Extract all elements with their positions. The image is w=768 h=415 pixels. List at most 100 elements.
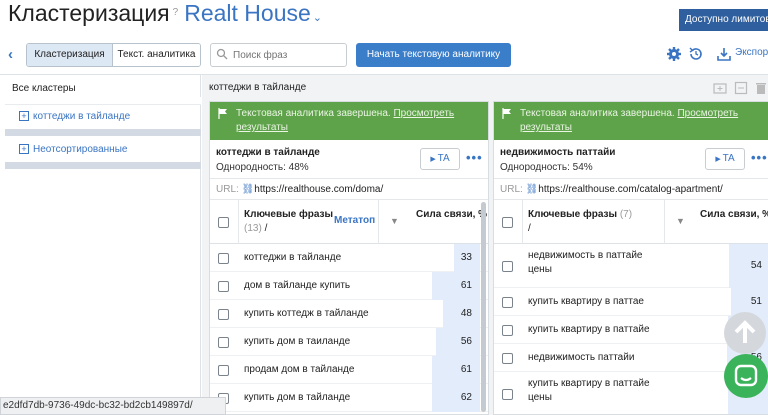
row-checkbox[interactable] [502, 296, 513, 308]
keyword-text: купить дом в тайланде [244, 392, 351, 403]
strength-value: 56 [460, 336, 472, 347]
ta-button[interactable]: ▶ TA [420, 148, 460, 170]
strength-value: 61 [460, 364, 472, 375]
row-checkbox[interactable] [502, 324, 513, 336]
table-row[interactable]: коттеджи в тайланде 33 [210, 244, 488, 272]
keyword-text: продам дом в тайланде [244, 364, 355, 375]
table-row[interactable]: дом в тайланде купить 61 [210, 272, 488, 300]
row-checkbox[interactable] [502, 352, 513, 364]
sort-down-icon[interactable]: ▼ [676, 214, 685, 228]
tab-text-analytics[interactable]: Текст. аналитика [113, 44, 200, 66]
row-checkbox[interactable] [502, 260, 513, 272]
keyword-text: купить квартиру в паттайе цены [528, 378, 650, 403]
col-keywords[interactable]: Ключевые фразы [244, 208, 333, 222]
cluster-url[interactable]: https://realthouse.com/doma/ [254, 184, 383, 195]
ta-button[interactable]: ▶ TA [705, 148, 745, 170]
page-title: Кластеризация? Realt House ⌄ [8, 0, 322, 31]
add-cluster-icon[interactable] [713, 81, 727, 95]
keyword-text: коттеджи в тайланде [244, 252, 342, 263]
col-strength[interactable]: Сила связи, % [416, 208, 487, 222]
ta-label: TA [437, 153, 450, 164]
trash-icon[interactable] [754, 81, 768, 95]
url-row: URL: ⛓https://realthouse.com/catalog-apa… [494, 178, 768, 200]
banner-text: Текстовая аналитика завершена. [520, 108, 675, 119]
chevron-down-icon[interactable]: ⌄ [313, 12, 322, 24]
help-icon[interactable]: ? [173, 7, 179, 18]
row-checkbox[interactable] [218, 252, 229, 264]
sidebar-header: Все кластеры [12, 83, 76, 94]
start-text-analytics-button[interactable]: Начать текстовую аналитику [356, 43, 511, 67]
strength-value: 62 [460, 392, 472, 403]
keyword-text: купить квартиру в паттайе [528, 324, 650, 335]
col-count-num: (7) [619, 209, 633, 220]
expand-plus-icon[interactable]: + [19, 111, 29, 121]
keyword-text: купить квартиру в паттае [528, 296, 644, 307]
export-button[interactable]: Экспорт [735, 47, 768, 58]
col-keywords-label: Ключевые фразы [528, 209, 618, 220]
select-all-checkbox[interactable] [502, 217, 513, 228]
keyword-text: купить дом в таиланде [244, 336, 351, 347]
analytics-banner: Текстовая аналитика завершена. Просмотре… [210, 102, 488, 140]
sidebar-item-cottages[interactable]: + коттеджи в тайланде [5, 104, 201, 130]
history-icon[interactable] [688, 46, 704, 62]
col-metatop[interactable]: Метатоп [334, 214, 375, 228]
col-keywords[interactable]: Ключевые фразы (7) [528, 208, 632, 222]
scrollbar[interactable] [481, 202, 486, 412]
strength-value: 61 [460, 280, 472, 291]
row-checkbox[interactable] [218, 336, 229, 348]
scroll-up-button[interactable] [724, 312, 766, 354]
cluster-name: коттеджи в тайланде [216, 147, 320, 158]
expand-plus-icon[interactable]: + [19, 144, 29, 154]
table-row[interactable]: купить дом в тайланде 62 [210, 384, 488, 412]
col-divider [522, 200, 523, 244]
col-divider [378, 200, 379, 244]
col-divider [664, 200, 665, 244]
link-icon: ⛓ [241, 184, 255, 195]
url-label: URL: [216, 184, 239, 195]
cluster-url[interactable]: https://realthouse.com/catalog-apartment… [538, 184, 723, 195]
col-divider [238, 200, 239, 244]
play-icon: ▶ [715, 156, 723, 163]
keyword-text: дом в тайланде купить [244, 280, 351, 291]
flag-icon [218, 108, 227, 119]
search-input[interactable] [210, 43, 347, 67]
row-checkbox[interactable] [502, 388, 513, 400]
search-icon [216, 48, 228, 60]
sort-down-icon[interactable]: ▼ [390, 214, 399, 228]
play-icon: ▶ [430, 156, 438, 163]
sidebar-separator [5, 162, 201, 169]
strength-value: 51 [750, 296, 762, 307]
cluster-name: недвижимость паттайи [500, 147, 616, 158]
export-icon[interactable] [716, 46, 732, 62]
table-row[interactable]: купить коттедж в тайланде 48 [210, 300, 488, 328]
more-options-icon[interactable]: ••• [466, 151, 483, 164]
settings-gear-icon[interactable] [666, 46, 682, 62]
row-checkbox[interactable] [218, 308, 229, 320]
table-row[interactable]: купить дом в таиланде 56 [210, 328, 488, 356]
link-icon: ⛓ [525, 184, 539, 195]
back-icon[interactable]: ‹ [8, 45, 22, 65]
row-checkbox[interactable] [218, 364, 229, 376]
table-row[interactable]: продам дом в тайланде 61 [210, 356, 488, 384]
status-bar-url: e2dfd7db-9736-49dc-bc32-bd2cb149897d/ [0, 397, 226, 415]
chat-button[interactable] [724, 354, 768, 398]
col-count-num: (13) [244, 223, 262, 234]
strength-value: 33 [460, 252, 472, 263]
limits-button[interactable]: Доступно лимитов: [679, 9, 768, 31]
col-slash: / [528, 223, 531, 234]
more-options-icon[interactable]: ••• [751, 151, 768, 164]
col-strength[interactable]: Сила связи, % [700, 208, 768, 222]
select-all-checkbox[interactable] [218, 217, 229, 228]
table-header: Ключевые фразы (13) / Метатоп ▼ Сила свя… [210, 200, 488, 244]
table-row[interactable]: недвижимость в паттайе цены 54 [494, 244, 768, 288]
cluster-card: Текстовая аналитика завершена. Просмотре… [209, 101, 489, 415]
sidebar-item-unsorted[interactable]: + Неотсортированные [5, 137, 201, 163]
collapse-icon[interactable] [734, 81, 748, 95]
row-checkbox[interactable] [218, 280, 229, 292]
cluster-uniformity: Однородность: 48% [216, 162, 309, 173]
tab-clustering[interactable]: Кластеризация [27, 44, 113, 66]
col-slash: / [264, 223, 268, 234]
keyword-text: недвижимость паттайи [528, 352, 635, 363]
ta-label: TA [722, 153, 735, 164]
project-selector[interactable]: Realt House [184, 0, 311, 26]
